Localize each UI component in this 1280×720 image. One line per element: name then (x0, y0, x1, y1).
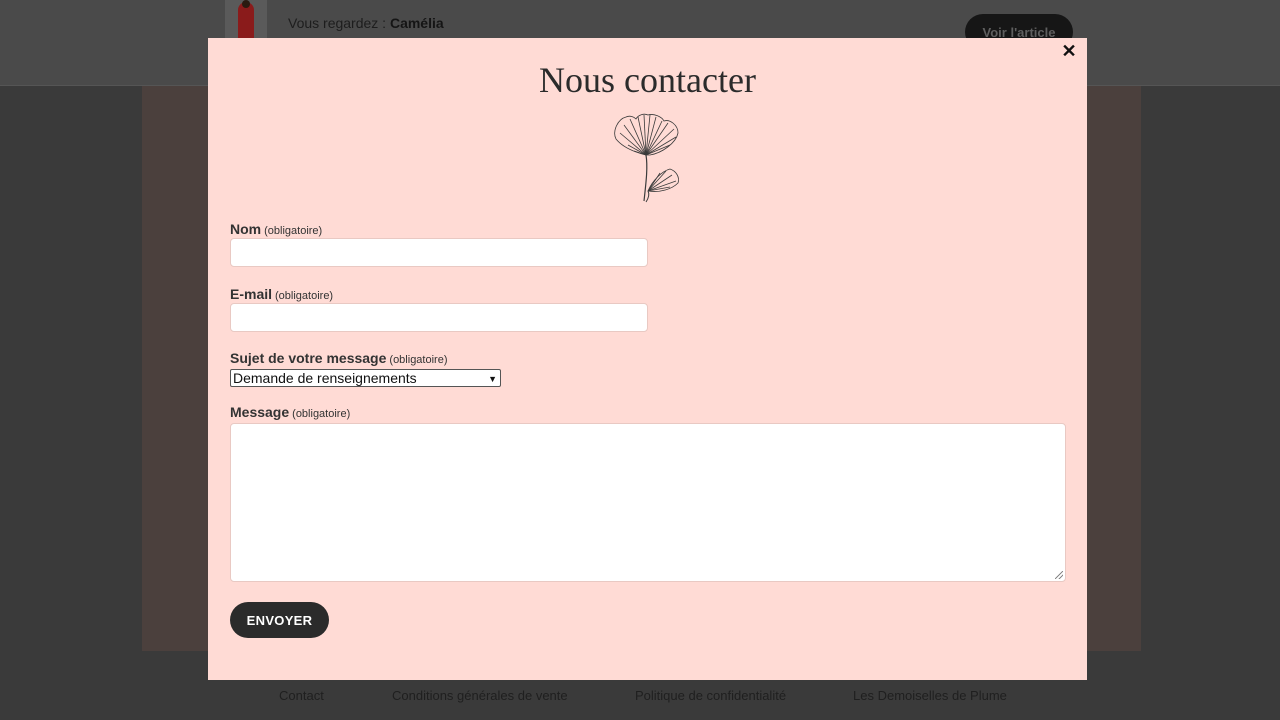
contact-modal: ✕ Nous contacter Nom (obligatoire) E-mai… (208, 38, 1087, 680)
name-field[interactable] (230, 238, 648, 267)
send-button[interactable]: ENVOYER (230, 602, 329, 638)
modal-title: Nous contacter (539, 60, 756, 100)
chevron-down-icon: ▼ (488, 374, 497, 384)
footer-link-privacy[interactable]: Politique de confidentialité (635, 688, 786, 703)
footer-link-contact[interactable]: Contact (279, 688, 324, 703)
email-field[interactable] (230, 303, 648, 332)
resize-handle-icon[interactable] (1055, 571, 1063, 579)
footer-link-cgv[interactable]: Conditions générales de vente (392, 688, 568, 703)
close-icon: ✕ (1061, 41, 1077, 61)
ginkgo-leaf-icon (614, 113, 679, 203)
message-label: Message (obligatoire) (230, 404, 351, 420)
close-button[interactable]: ✕ (1060, 42, 1078, 60)
footer-link-brand[interactable]: Les Demoiselles de Plume (853, 688, 1007, 703)
name-label: Nom (obligatoire) (230, 221, 323, 237)
subject-selected-value: Demande de renseignements (233, 370, 417, 386)
email-label: E-mail (obligatoire) (230, 286, 334, 302)
product-thumbnail (225, 0, 267, 40)
watching-text: Vous regardez : Camélia (288, 15, 444, 31)
message-field[interactable] (230, 423, 1066, 582)
subject-select[interactable]: Demande de renseignements ▼ (230, 369, 501, 387)
subject-label: Sujet de votre message (obligatoire) (230, 350, 448, 366)
product-name: Camélia (389, 15, 444, 31)
